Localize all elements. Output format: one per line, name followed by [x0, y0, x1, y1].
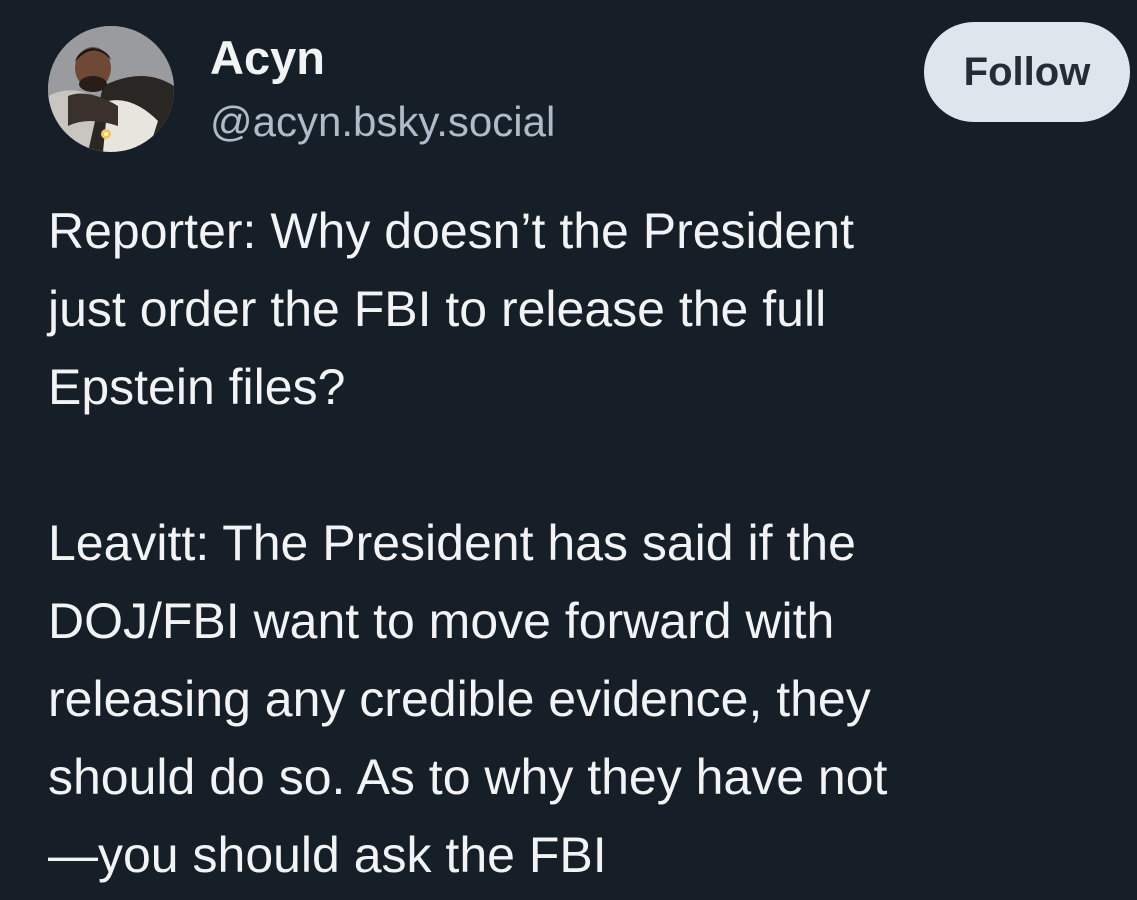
post-text: Reporter: Why doesn’t the President just…: [48, 192, 1118, 894]
post-line: Epstein files?: [48, 359, 346, 415]
post-line: Reporter: Why doesn’t the President: [48, 203, 854, 259]
post-line: releasing any credible evidence, they: [48, 671, 871, 727]
post-line: Leavitt: The President has said if the: [48, 515, 856, 571]
user-avatar-icon: [48, 26, 174, 152]
author-display-name[interactable]: Acyn: [210, 28, 325, 88]
post-line: —you should ask the FBI: [48, 827, 607, 883]
post-card: Acyn @acyn.bsky.social Follow Reporter: …: [0, 0, 1137, 900]
follow-button[interactable]: Follow: [924, 22, 1130, 122]
post-line: should do so. As to why they have not: [48, 749, 888, 805]
post-line: DOJ/FBI want to move forward with: [48, 593, 835, 649]
post-line: just order the FBI to release the full: [48, 281, 827, 337]
author-handle[interactable]: @acyn.bsky.social: [210, 94, 555, 150]
avatar[interactable]: [48, 26, 174, 152]
